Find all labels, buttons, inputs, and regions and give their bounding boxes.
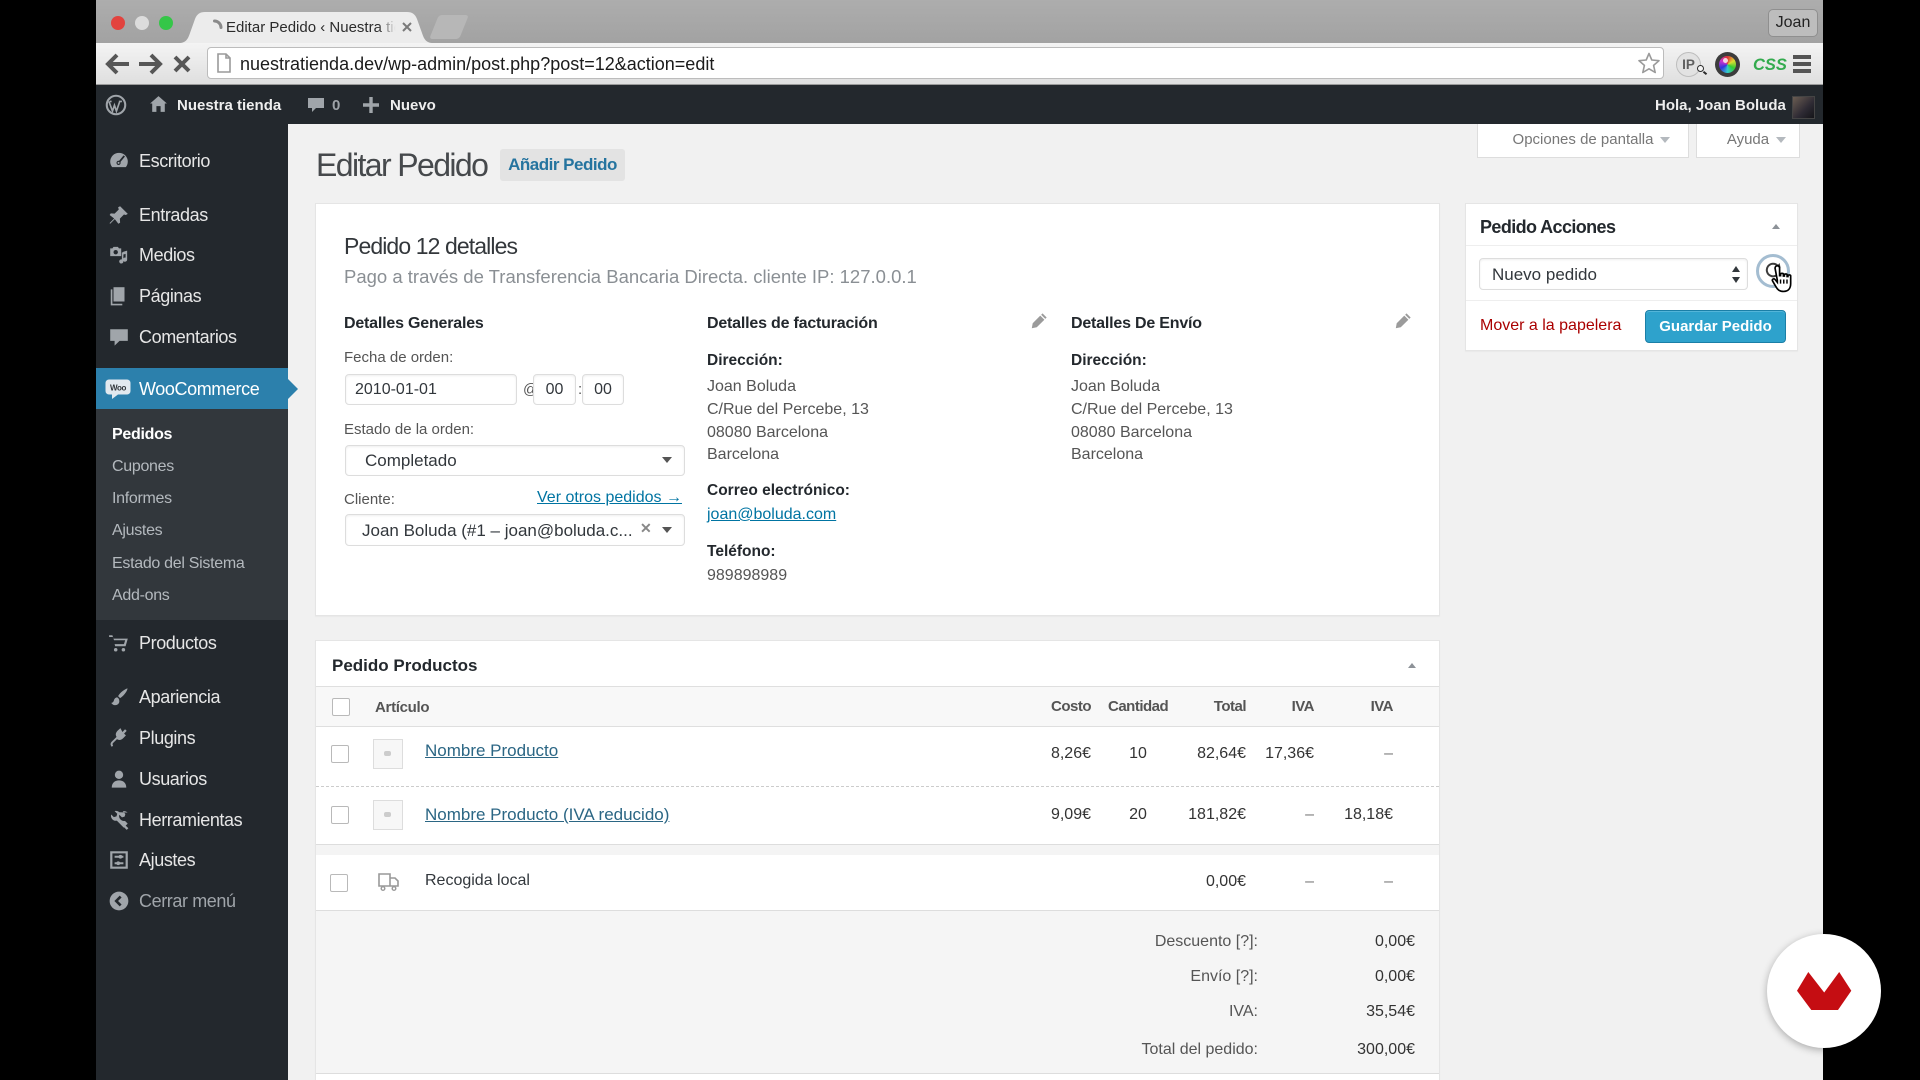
svg-text:Woo: Woo [110, 384, 126, 393]
